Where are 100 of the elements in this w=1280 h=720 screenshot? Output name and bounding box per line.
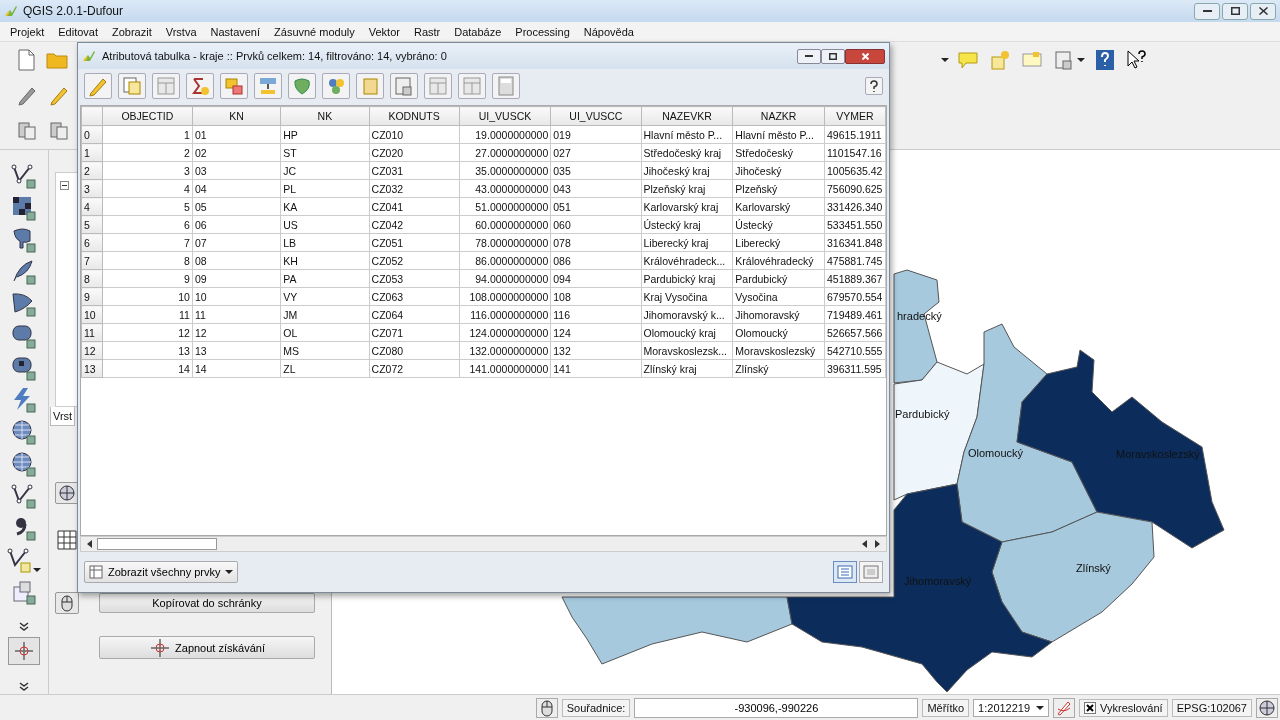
region-label: Jihomoravský bbox=[904, 575, 972, 587]
table-cell: 679570.554 bbox=[824, 287, 886, 306]
capture-button[interactable]: Zapnout získávání bbox=[99, 636, 315, 659]
menu-item[interactable]: Editovat bbox=[51, 25, 105, 38]
region-label: hradecký bbox=[897, 310, 942, 322]
menu-item[interactable]: Projekt bbox=[3, 25, 52, 38]
menu-item[interactable]: Processing bbox=[508, 25, 577, 38]
close-button[interactable] bbox=[1250, 2, 1276, 20]
table-cell: Středočeský kraj bbox=[641, 143, 733, 162]
column-header[interactable]: KODNUTS bbox=[369, 106, 460, 126]
table-cell: 8 bbox=[102, 251, 193, 270]
scale-label: Měřítko bbox=[922, 698, 970, 717]
menu-item[interactable]: Databáze bbox=[447, 25, 509, 38]
table-cell: 451889.367 bbox=[824, 269, 886, 288]
render-checkbox[interactable]: Vykreslování bbox=[1079, 698, 1168, 717]
table-cell: 1005635.42 bbox=[824, 161, 886, 180]
column-header[interactable]: UI_VUSCK bbox=[459, 106, 551, 126]
globe-icon bbox=[58, 484, 76, 502]
table-cell: 043 bbox=[550, 179, 642, 198]
column-header[interactable]: NAZKR bbox=[732, 106, 825, 126]
table-cell: Kraj Vysočina bbox=[641, 287, 733, 306]
toolbar-button[interactable] bbox=[11, 482, 37, 509]
menu-item[interactable]: Nápověda bbox=[576, 25, 641, 38]
horizontal-scrollbar[interactable] bbox=[80, 536, 887, 552]
table-cell: 10 bbox=[192, 287, 281, 306]
menu-item[interactable]: Nastavení bbox=[203, 25, 268, 38]
table-cell: 10 bbox=[102, 287, 193, 306]
table-cell: Moravskoslezský bbox=[732, 341, 825, 360]
coordinates-label: Souřadnice: bbox=[561, 698, 631, 717]
table-cell: 035 bbox=[550, 161, 642, 180]
table-cell: 13 bbox=[192, 341, 281, 360]
panel-tab[interactable]: Vrst bbox=[50, 407, 76, 426]
table-cell: 475881.745 bbox=[824, 251, 886, 270]
close-button[interactable] bbox=[845, 48, 885, 64]
table-cell: Jihočeský bbox=[732, 161, 825, 180]
table-cell: CZ010 bbox=[369, 125, 460, 144]
table-cell: 06 bbox=[192, 215, 281, 234]
maximize-button[interactable] bbox=[1222, 2, 1248, 20]
qgis-logo-icon bbox=[82, 49, 96, 63]
column-icon bbox=[427, 75, 449, 97]
menu-item[interactable]: Zásuvné moduly bbox=[267, 25, 362, 38]
toolbar-button[interactable] bbox=[1256, 697, 1278, 718]
column-icon bbox=[155, 75, 177, 97]
column-header[interactable]: NK bbox=[280, 106, 370, 126]
table-cell: 141.0000000000 bbox=[459, 359, 551, 378]
add-vector-layer-icon bbox=[11, 163, 37, 189]
table-cell: Plzeňský kraj bbox=[641, 179, 733, 198]
note-icon bbox=[1021, 49, 1043, 70]
toolbar-button[interactable] bbox=[865, 77, 883, 95]
column-header[interactable]: UI_VUSCC bbox=[550, 106, 642, 126]
close-icon bbox=[861, 52, 869, 60]
table-cell: 12 bbox=[192, 323, 281, 342]
form-view-icon bbox=[863, 564, 879, 580]
table-cell: 1 bbox=[102, 125, 193, 144]
toolbar-button[interactable] bbox=[11, 354, 37, 381]
help-icon bbox=[1095, 48, 1115, 71]
table-cell: 60.0000000000 bbox=[459, 215, 551, 234]
new-file-icon bbox=[16, 48, 36, 71]
toolbar-button[interactable] bbox=[11, 418, 37, 445]
minimize-button[interactable] bbox=[797, 48, 821, 64]
table-cell: CZ020 bbox=[369, 143, 460, 162]
menu-item[interactable]: Rastr bbox=[406, 25, 448, 38]
menu-item[interactable]: Vrstva bbox=[158, 25, 204, 38]
minimize-icon bbox=[1202, 10, 1212, 12]
table-cell: CZ041 bbox=[369, 197, 460, 216]
toolbar-button[interactable] bbox=[11, 162, 37, 189]
table-cell: Jihomoravský k... bbox=[641, 305, 733, 324]
add-raster-layer-icon bbox=[11, 195, 37, 221]
toolbar-button[interactable] bbox=[11, 450, 37, 477]
crs-label[interactable]: EPSG:102067 bbox=[1171, 698, 1252, 717]
table-cell: 78.0000000000 bbox=[459, 233, 551, 252]
column-header[interactable]: VYMER bbox=[824, 106, 886, 126]
coordinates-field[interactable]: -930096,-990226 bbox=[634, 697, 919, 718]
toolbar-button[interactable] bbox=[11, 322, 37, 349]
help-icon bbox=[867, 79, 881, 93]
copy-button[interactable]: Kopírovat do schránky bbox=[99, 593, 315, 613]
minimize-button[interactable] bbox=[1194, 2, 1220, 20]
toolbar-button[interactable] bbox=[55, 482, 79, 504]
table-cell: 108 bbox=[550, 287, 642, 306]
table-cell: CZ080 bbox=[369, 341, 460, 360]
filter-button[interactable]: Zobrazit všechny prvky bbox=[84, 561, 239, 583]
toolbar-button[interactable] bbox=[11, 194, 37, 221]
maximize-button[interactable] bbox=[821, 48, 845, 64]
column-header[interactable]: KN bbox=[192, 106, 281, 126]
column-header[interactable]: OBJECTID bbox=[102, 106, 193, 126]
scale-combo[interactable]: 1:2012219 bbox=[973, 698, 1050, 717]
table-cell: CZ042 bbox=[369, 215, 460, 234]
menu-item[interactable]: Vektor bbox=[361, 25, 407, 38]
table-cell: US bbox=[280, 215, 370, 234]
table-cell: 27.0000000000 bbox=[459, 143, 551, 162]
table-cell: 316341.848 bbox=[824, 233, 886, 252]
menu-item[interactable]: Zobrazit bbox=[105, 25, 159, 38]
column-header[interactable]: NAZEVKR bbox=[641, 106, 733, 126]
table-cell: 108.0000000000 bbox=[459, 287, 551, 306]
table-cell: 5 bbox=[102, 197, 193, 216]
table-cell: CZ053 bbox=[369, 269, 460, 288]
region-label: Pardubický bbox=[895, 408, 950, 420]
toolbar-button[interactable] bbox=[7, 546, 41, 573]
table-cell: 9 bbox=[102, 269, 193, 288]
table-cell: 02 bbox=[192, 143, 281, 162]
